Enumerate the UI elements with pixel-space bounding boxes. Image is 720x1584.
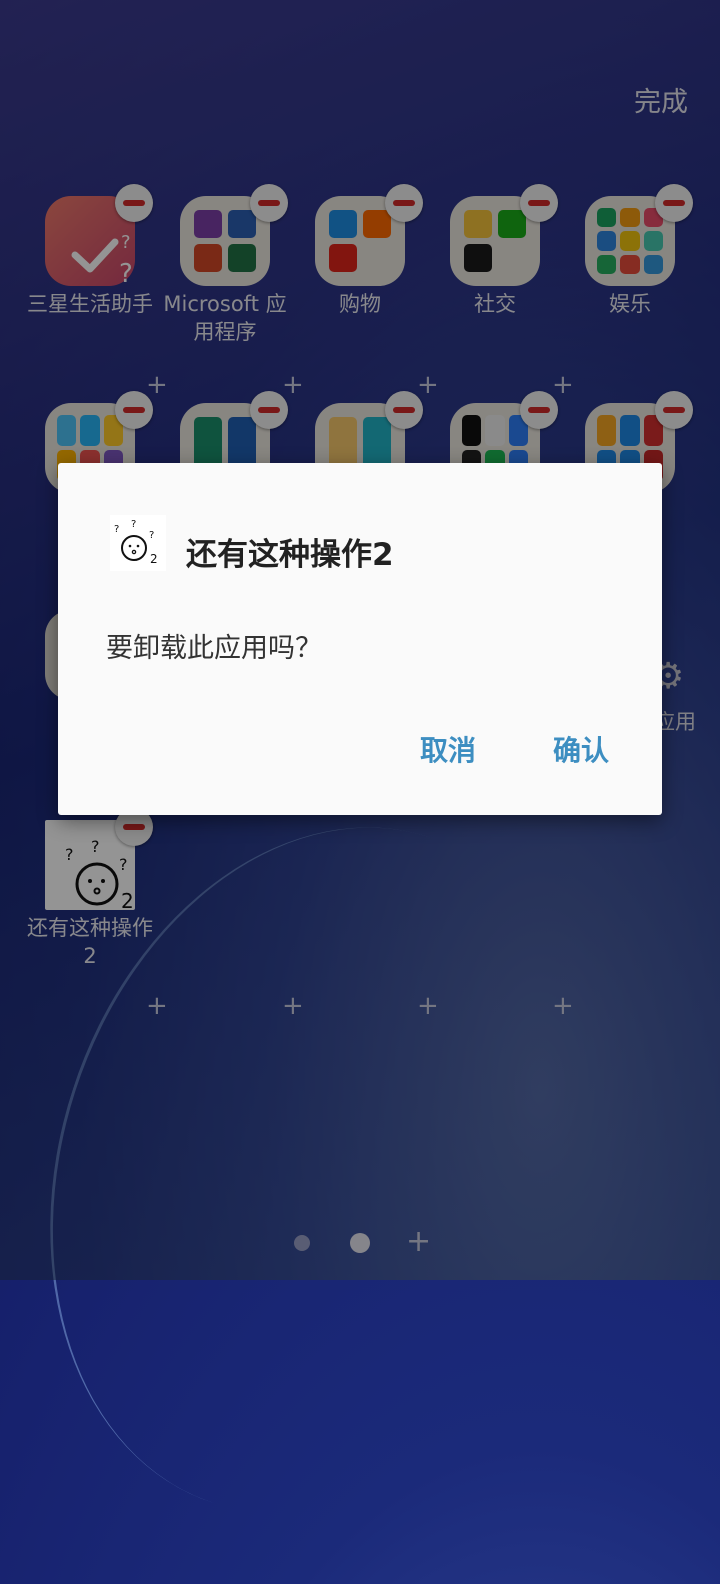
svg-text:?: ? (114, 524, 119, 535)
dialog-icon-number: 2 (150, 552, 158, 566)
dialog-app-icon: ? ? ? 2 (110, 515, 166, 571)
confirm-button[interactable]: 确认 (553, 729, 609, 769)
dialog-message: 要卸载此应用吗？ (106, 633, 322, 664)
cancel-button[interactable]: 取消 (420, 729, 476, 769)
svg-text:?: ? (149, 530, 154, 541)
uninstall-dialog: ? ? ? 2 还有这种操作2 要卸载此应用吗？ 取消 确认 (58, 463, 662, 815)
dialog-title: 还有这种操作2 (186, 537, 394, 573)
svg-text:?: ? (131, 519, 136, 530)
